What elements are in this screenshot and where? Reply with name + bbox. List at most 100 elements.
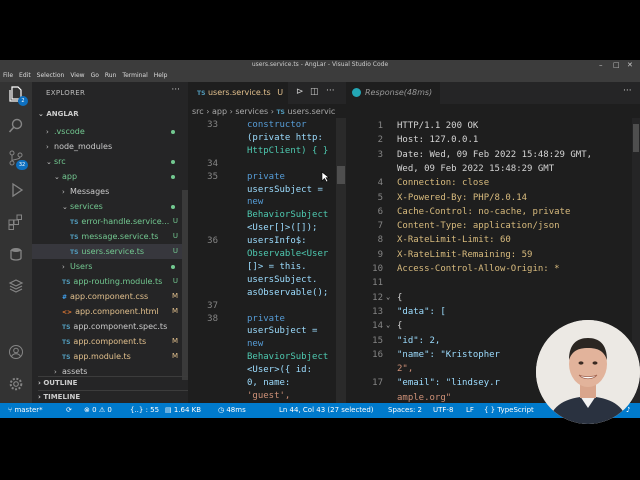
editor-scrollbar[interactable] (336, 118, 346, 403)
response-line: "email": "lindsey.r (397, 378, 500, 389)
ts-file-icon: TS (62, 324, 71, 331)
menu-selection[interactable]: Selection (34, 70, 68, 82)
tree-file[interactable]: TS app.component.ts M (32, 334, 188, 349)
tab-status: U (277, 88, 284, 97)
tree-file[interactable]: TS app-routing.module.ts U (32, 274, 188, 289)
run-debug-icon[interactable] (8, 182, 24, 198)
problems-status[interactable]: ⊗ 0 ⚠ 0 (84, 403, 112, 418)
fold-chevron-icon[interactable]: ⌄ (386, 321, 390, 329)
webcam-overlay (536, 320, 640, 424)
breadcrumb-app[interactable]: app (212, 107, 227, 116)
scroll-thumb[interactable] (337, 166, 345, 184)
tab-users-service[interactable]: TS users.service.ts U (188, 82, 288, 104)
scroll-thumb[interactable] (633, 124, 639, 152)
maximize-icon[interactable]: □ (613, 60, 620, 70)
ts-file-icon: TS (62, 354, 71, 361)
menu-file[interactable]: File (0, 70, 16, 82)
response-line: { (397, 321, 403, 332)
response-line: Date: Wed, 09 Feb 2022 15:48:29 GMT, (397, 149, 593, 160)
close-icon[interactable]: ✕ (627, 60, 633, 70)
docker-icon[interactable] (8, 278, 24, 294)
extensions-icon[interactable] (8, 214, 24, 230)
account-icon[interactable] (8, 344, 24, 360)
breadcrumb-services[interactable]: services (235, 107, 268, 116)
line-number: 34 (207, 158, 218, 169)
response-line: Host: 127.0.0.1 (397, 135, 479, 146)
response-line: X-Powered-By: PHP/8.0.14 (397, 192, 528, 203)
code-line: new (247, 339, 264, 350)
ts-file-icon: TS (62, 339, 71, 346)
line-number: 33 (207, 120, 218, 130)
minimize-icon[interactable]: – (599, 60, 603, 70)
sync-icon[interactable]: ⟳ (66, 403, 72, 418)
run-icon[interactable]: ⊳ (296, 87, 304, 97)
tree-item-label: app.component.spec.ts (73, 322, 168, 331)
tab-label: users.service.ts (207, 88, 271, 97)
git-status-badge: U (172, 277, 178, 285)
menu-run[interactable]: Run (102, 70, 120, 82)
tree-file[interactable]: # app.component.css M (32, 289, 188, 304)
warning-icon: ⚠ (98, 406, 106, 414)
typescript-icon: TS (276, 109, 285, 116)
more-actions-icon[interactable]: ··· (623, 86, 632, 96)
tree-folder[interactable]: ⌄ app (32, 169, 188, 184)
code-area[interactable]: 33 constructor (private http: HttpClient) {… (188, 118, 346, 403)
response-line: Wed, 09 Feb 2022 15:48:29 GMT (397, 163, 555, 174)
response-line: Connection: close (397, 178, 490, 189)
line-number: 38 (207, 313, 218, 324)
tree-folder[interactable]: ⌄ services (32, 199, 188, 214)
more-actions-icon[interactable]: ··· (326, 86, 335, 96)
cursor-position[interactable]: Ln 44, Col 43 (27 selected) (279, 403, 374, 418)
database-icon[interactable] (8, 246, 24, 262)
tree-file[interactable]: TS app.module.ts M (32, 349, 188, 364)
line-number: 11 (372, 278, 383, 289)
code-line: BehaviorSubject (247, 352, 329, 363)
git-status-badge: U (172, 232, 178, 240)
chevron-right-icon: › (62, 188, 65, 196)
tree-folder[interactable]: › .vscode (32, 124, 188, 139)
tree-file[interactable]: TS users.service.ts U (32, 244, 188, 259)
language-mode[interactable]: { } TypeScript (484, 403, 534, 418)
tree-file[interactable]: TS message.service.ts U (32, 229, 188, 244)
braces-status[interactable]: {..} : 55 (130, 403, 159, 418)
branch-name: master* (14, 406, 43, 414)
project-root[interactable]: ⌄ ANGLAR (38, 110, 79, 118)
branch-status[interactable]: ⑂ master* (8, 403, 43, 418)
more-actions-icon[interactable]: ··· (171, 85, 180, 95)
timing-value: 48ms (226, 406, 246, 414)
tree-folder[interactable]: › Users (32, 259, 188, 274)
tree-folder[interactable]: › node_modules (32, 139, 188, 154)
git-status-badge: M (171, 307, 178, 315)
split-editor-icon[interactable]: ◫ (310, 87, 319, 97)
menu-view[interactable]: View (67, 70, 87, 82)
menu-go[interactable]: Go (88, 70, 102, 82)
code-line: []> = this. (247, 261, 307, 272)
tree-file[interactable]: TS error-handle.service... U (32, 214, 188, 229)
tree-folder[interactable]: ⌄ src (32, 154, 188, 169)
response-line: Cache-Control: no-cache, private (397, 206, 571, 217)
presenter-photo (536, 320, 640, 424)
tree-file[interactable]: <> app.component.html M (32, 304, 188, 319)
breadcrumb-file[interactable]: users.servic (287, 107, 335, 116)
line-number: 15 (372, 335, 383, 346)
file-size-status[interactable]: ▤ 1.64 KB (165, 403, 201, 418)
breadcrumb-src[interactable]: src (192, 107, 204, 116)
encoding[interactable]: UTF-8 (433, 403, 453, 418)
settings-gear-icon[interactable] (8, 376, 24, 392)
tree-folder[interactable]: › Messages (32, 184, 188, 199)
line-number: 37 (207, 300, 218, 311)
menu-terminal[interactable]: Terminal (119, 70, 150, 82)
tab-response[interactable]: Response(48ms) (346, 82, 440, 104)
menu-edit[interactable]: Edit (16, 70, 34, 82)
tree-file[interactable]: TS app.component.spec.ts (32, 319, 188, 334)
line-ending[interactable]: LF (466, 403, 474, 418)
timeline-section[interactable]: › TIMELINE (38, 390, 188, 401)
menu-help[interactable]: Help (151, 70, 171, 82)
indentation[interactable]: Spaces: 2 (388, 403, 422, 418)
outline-section[interactable]: › OUTLINE (38, 376, 188, 387)
response-tab-bar: Response(48ms) ··· (346, 82, 640, 104)
change-dot-icon (171, 205, 175, 209)
timing-status[interactable]: ◷ 48ms (218, 403, 246, 418)
fold-chevron-icon[interactable]: ⌄ (386, 293, 390, 301)
search-icon[interactable] (8, 118, 24, 134)
